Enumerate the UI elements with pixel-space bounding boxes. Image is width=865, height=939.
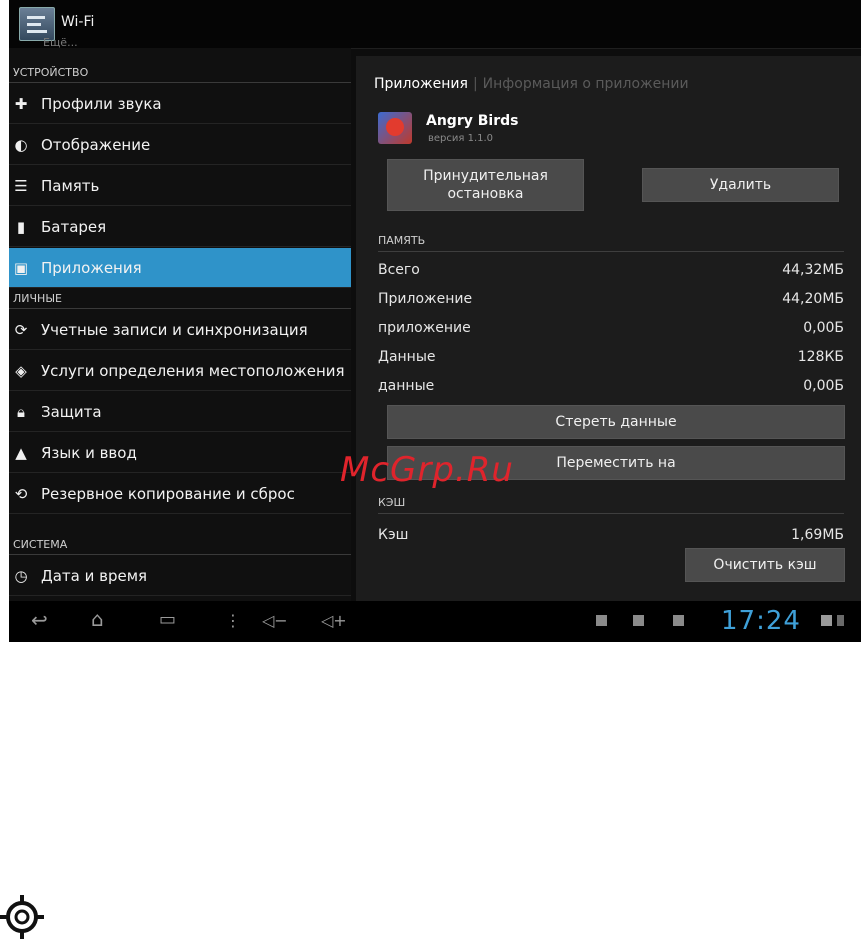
row-label: Данные — [378, 349, 436, 365]
storage-icon: ☰ — [14, 176, 28, 195]
app-version: версия 1.1.0 — [428, 133, 494, 144]
sidebar-item-language[interactable]: ▲ Язык и ввод — [9, 433, 351, 473]
breadcrumb: Приложения | Информация о приложении — [374, 76, 689, 92]
sidebar-item-label: Батарея — [41, 217, 107, 236]
location-icon: ◈ — [15, 361, 27, 380]
signal-icon — [821, 615, 832, 626]
clock-icon: ◷ — [14, 566, 28, 585]
action-bar: Wi-Fi Ещё... — [9, 0, 861, 49]
clear-cache-button[interactable]: Очистить кэш — [685, 548, 845, 582]
back-icon[interactable]: ↩ — [31, 608, 48, 632]
sidebar-item-storage[interactable]: ☰ Память — [9, 166, 351, 206]
row-label: данные — [378, 378, 435, 394]
section-header-device: УСТРОЙСТВО — [9, 63, 351, 83]
row-value: 128КБ — [797, 349, 844, 365]
sync-icon: ⟳ — [14, 320, 28, 339]
action-bar-title: Wi-Fi — [61, 14, 95, 30]
cache-section-header: КЭШ — [378, 496, 844, 514]
sidebar-item-label: Память — [41, 176, 100, 195]
apps-icon: ▣ — [13, 258, 29, 277]
recent-apps-icon[interactable]: ▭ — [159, 609, 176, 630]
volume-up-icon[interactable]: ◁+ — [321, 611, 347, 630]
volume-down-icon[interactable]: ◁− — [262, 611, 288, 630]
memory-row-data: Данные 128КБ — [378, 349, 844, 365]
display-icon: ◐ — [14, 135, 28, 154]
row-label: Всего — [378, 262, 420, 278]
memory-row-data-sd: данные 0,00Б — [378, 378, 844, 394]
status-clock: 17:24 — [721, 606, 801, 636]
sidebar-item-label: Отображение — [41, 135, 151, 154]
breadcrumb-app-info: Информация о приложении — [482, 76, 689, 92]
sidebar-item-label: Резервное копирование и сброс — [41, 484, 295, 503]
sidebar-item-battery[interactable]: ▮ Батарея — [9, 207, 351, 247]
home-icon[interactable]: ⌂ — [91, 607, 104, 631]
sound-profile-icon: ✚ — [14, 94, 28, 113]
language-icon: ▲ — [15, 443, 27, 462]
sidebar-item-location[interactable]: ◈ Услуги определения местоположения — [9, 351, 351, 391]
section-header-system: СИСТЕМА — [9, 535, 351, 555]
system-nav-bar: ↩ ⌂ ▭ ⋮ ◁− ◁+ 17:24 — [9, 601, 861, 642]
row-label: Приложение — [378, 291, 473, 307]
settings-list: УСТРОЙСТВО ✚ Профили звука ◐ Отображение… — [9, 48, 351, 601]
uninstall-button[interactable]: Удалить — [642, 168, 839, 202]
memory-row-total: Всего 44,32МБ — [378, 262, 844, 278]
usb-icon — [633, 615, 644, 626]
section-header-personal: ЛИЧНЫЕ — [9, 289, 351, 309]
row-label: приложение — [378, 320, 471, 336]
sidebar-item-security[interactable]: 🔒︎ Защита — [9, 392, 351, 432]
sidebar-item-label: Учетные записи и синхронизация — [41, 320, 308, 339]
row-value: 0,00Б — [803, 378, 844, 394]
battery-status-icon — [837, 615, 844, 626]
sidebar-item-label: Услуги определения местоположения — [41, 361, 345, 380]
sidebar-item-label: Дата и время — [41, 566, 148, 585]
app-info-pane: Приложения | Информация о приложении Angry… — [356, 56, 861, 601]
sidebar-item-apps[interactable]: ▣ Приложения — [9, 248, 351, 288]
gps-locate-icon — [0, 895, 44, 939]
clear-data-button[interactable]: Стереть данные — [387, 405, 845, 439]
breadcrumb-apps[interactable]: Приложения — [374, 76, 468, 92]
sidebar-item-label: Профили звука — [41, 94, 162, 113]
row-value: 0,00Б — [803, 320, 844, 336]
battery-icon: ▮ — [16, 217, 26, 236]
memory-section-header: ПАМЯТЬ — [378, 234, 844, 252]
sidebar-item-display[interactable]: ◐ Отображение — [9, 125, 351, 165]
memory-row-app: Приложение 44,20МБ — [378, 291, 844, 307]
menu-icon[interactable]: ⋮ — [225, 611, 241, 630]
lock-icon: 🔒︎ — [17, 402, 25, 421]
tablet-screen: Wi-Fi Ещё... УСТРОЙСТВО ✚ Профили звука … — [9, 0, 861, 642]
sidebar-item-label: Приложения — [41, 258, 142, 277]
angry-birds-app-icon — [378, 112, 412, 144]
row-label: Кэш — [378, 527, 409, 543]
row-value: 44,32МБ — [782, 262, 844, 278]
row-value: 44,20МБ — [782, 291, 844, 307]
sidebar-item-backup[interactable]: ⟲ Резервное копирование и сброс — [9, 474, 351, 514]
usb-debug-icon — [673, 615, 684, 626]
memory-row-app-sd: приложение 0,00Б — [378, 320, 844, 336]
watermark-text: McGrp.Ru — [340, 450, 514, 490]
sidebar-item-label: Защита — [41, 402, 102, 421]
backup-icon: ⟲ — [14, 484, 28, 503]
force-stop-button[interactable]: Принудительная остановка — [387, 159, 584, 211]
app-name: Angry Birds — [426, 113, 519, 129]
row-value: 1,69МБ — [791, 527, 844, 543]
sidebar-item-sound[interactable]: ✚ Профили звука — [9, 84, 351, 124]
cache-row: Кэш 1,69МБ — [378, 527, 844, 543]
sidebar-item-label: Язык и ввод — [41, 443, 137, 462]
screenshot-icon — [596, 615, 607, 626]
sidebar-item-datetime[interactable]: ◷ Дата и время — [9, 556, 351, 596]
sidebar-item-accounts[interactable]: ⟳ Учетные записи и синхронизация — [9, 310, 351, 350]
